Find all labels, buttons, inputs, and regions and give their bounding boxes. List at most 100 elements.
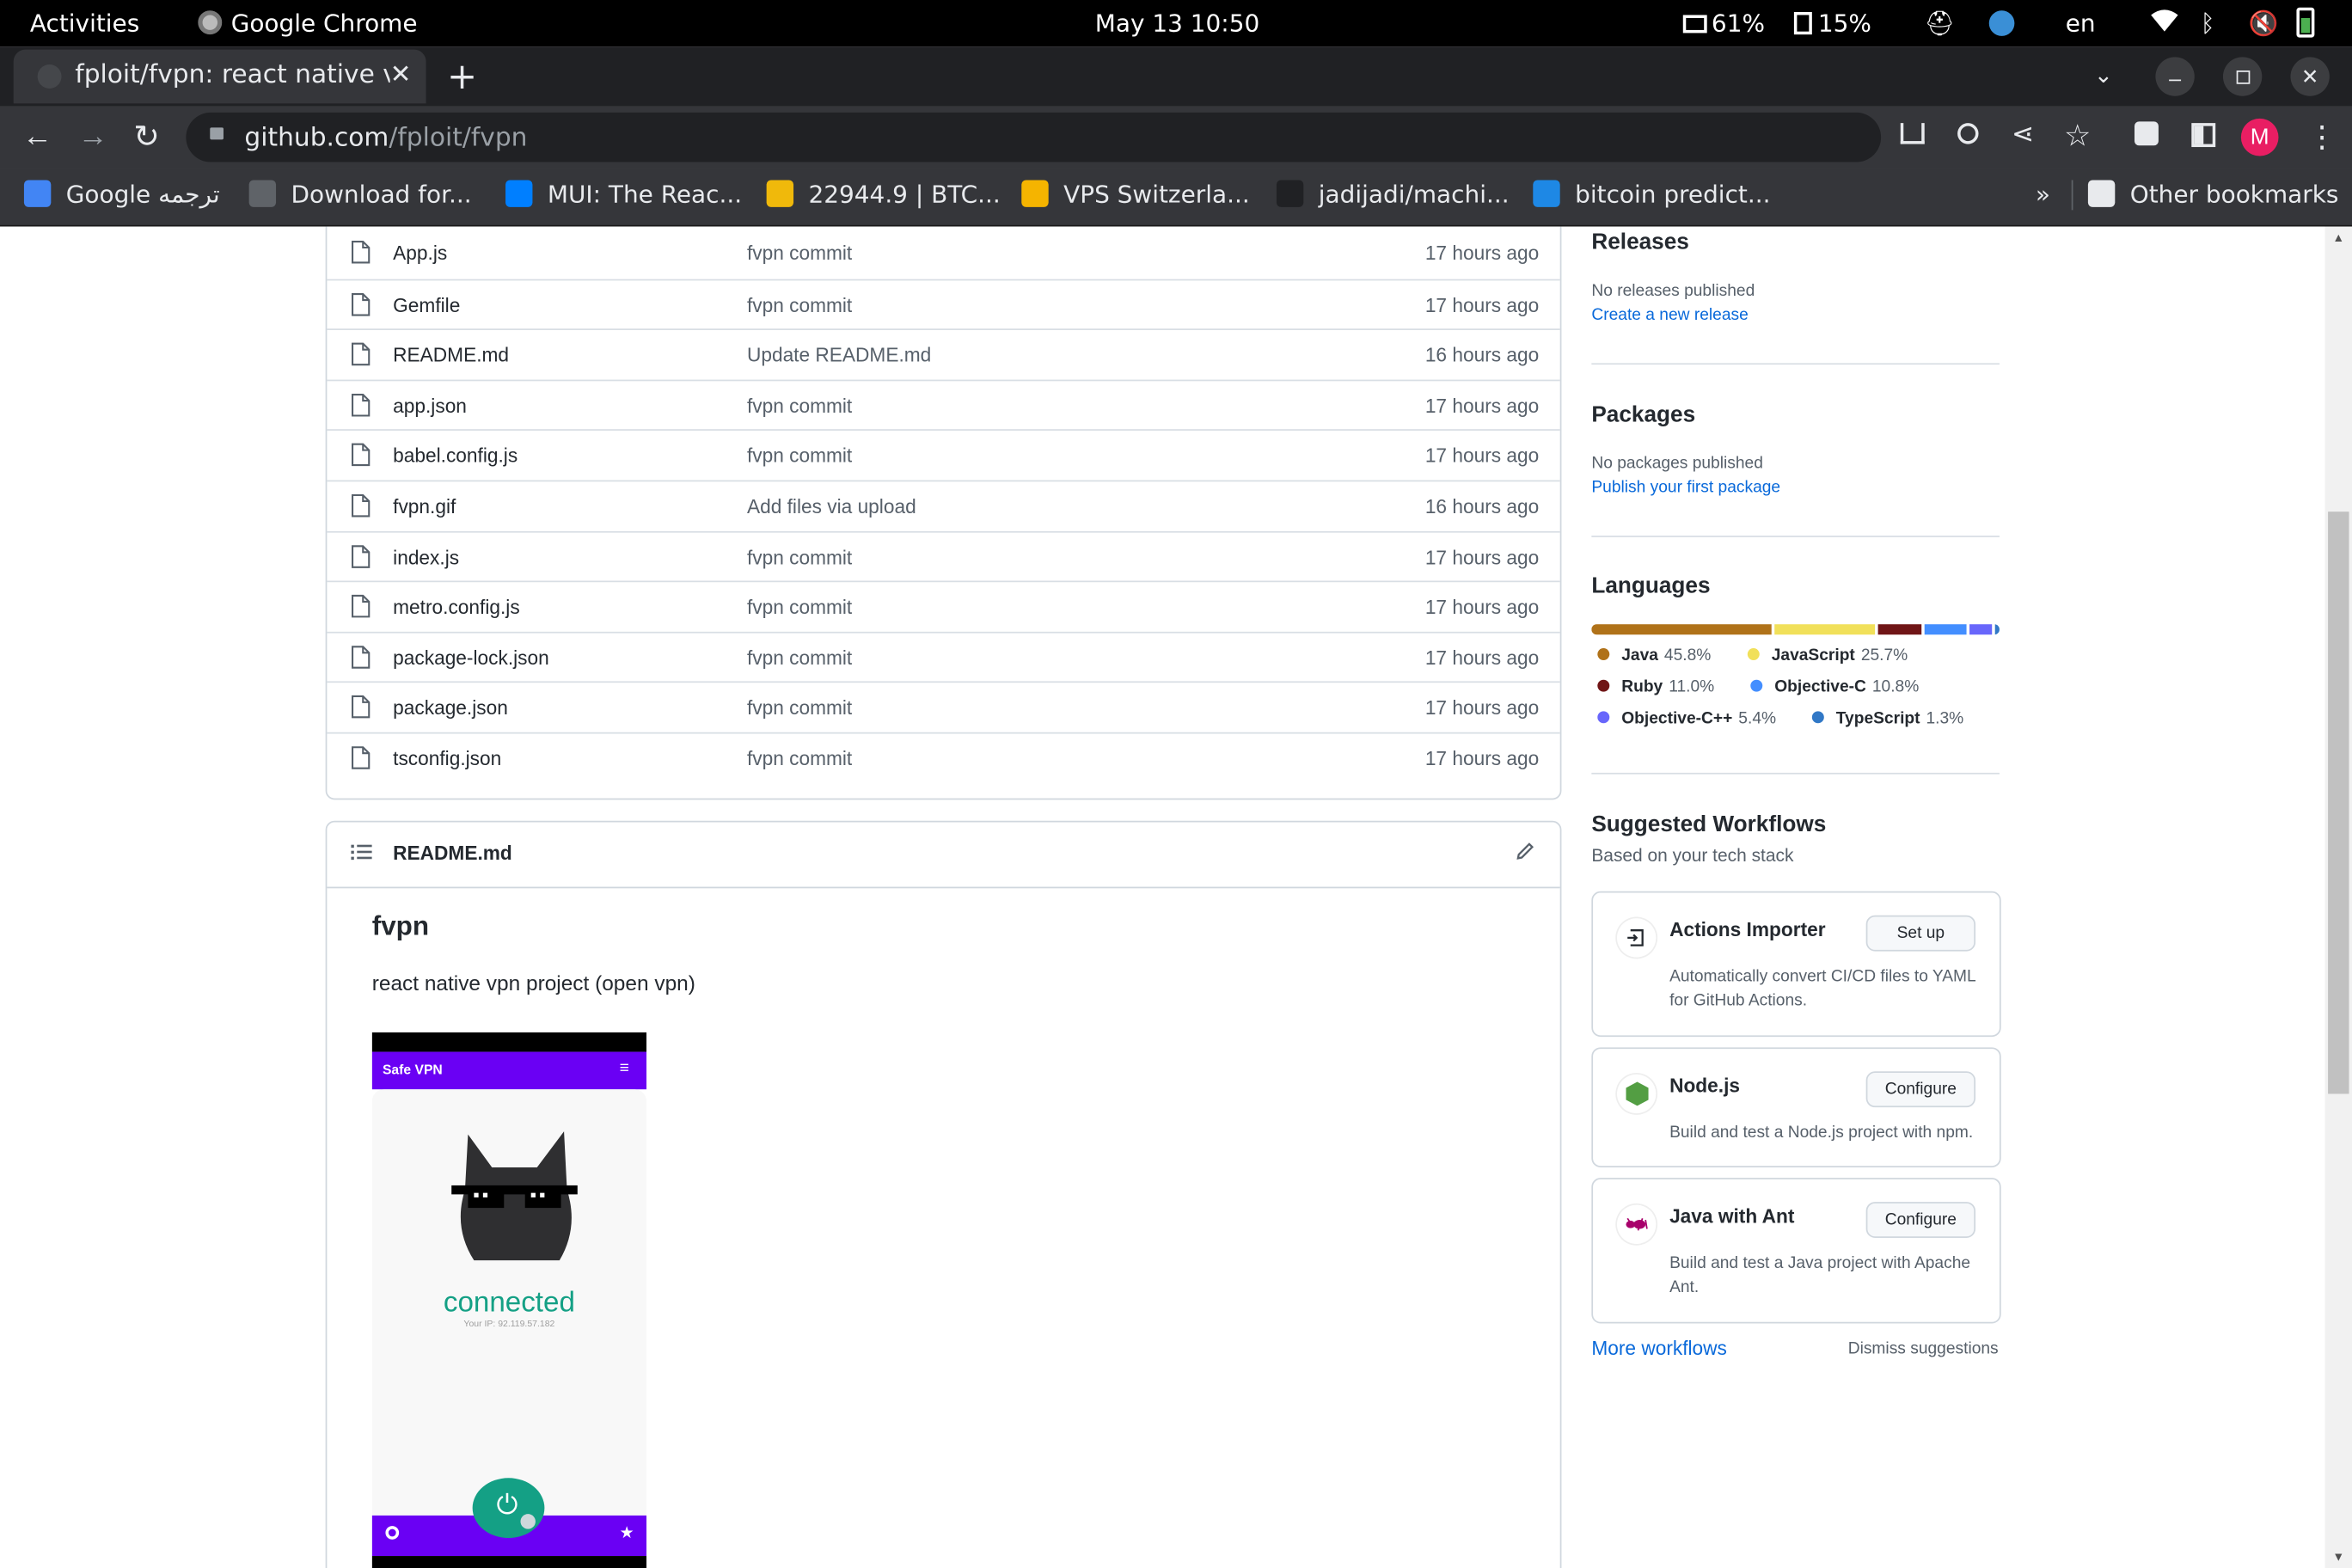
commit-message-link[interactable]: fvpn commit	[747, 646, 852, 669]
packages-heading[interactable]: Packages	[1591, 402, 1695, 428]
zoom-icon[interactable]	[1957, 123, 1979, 144]
file-icon	[351, 595, 371, 623]
file-icon	[351, 444, 371, 472]
releases-status: No releases published	[1591, 282, 1755, 301]
scrollbar-thumb[interactable]	[2328, 511, 2349, 1094]
share-icon[interactable]: ⋖	[2012, 119, 2034, 150]
configure-button[interactable]: Configure	[1865, 1071, 1976, 1108]
bookmark-item[interactable]: Download for...	[248, 180, 472, 209]
readme-preview-image[interactable]: Safe VPN ≡ connected Your IP: 92.119.57.…	[371, 1032, 647, 1568]
commit-message-link[interactable]: fvpn commit	[747, 293, 852, 315]
bookmark-item[interactable]: jadijadi/machi...	[1276, 180, 1510, 209]
commit-message-link[interactable]: fvpn commit	[747, 747, 852, 769]
chrome-menu-kebab-icon[interactable]: ⋮	[2307, 119, 2337, 156]
file-name-link[interactable]: package-lock.json	[393, 646, 549, 669]
language-item[interactable]: TypeScript 1.3%	[1811, 710, 1963, 728]
language-item[interactable]: JavaScript 25.7%	[1747, 646, 1908, 665]
commit-message-link[interactable]: fvpn commit	[747, 242, 852, 264]
more-workflows-link[interactable]: More workflows	[1591, 1337, 1727, 1359]
file-name-link[interactable]: package.json	[393, 697, 508, 720]
user-indicator-icon[interactable]: ⛑	[1925, 9, 1955, 37]
commit-message-link[interactable]: Update README.md	[747, 344, 931, 366]
file-name-link[interactable]: index.js	[393, 546, 459, 568]
tab-active[interactable]: fploit/fvpn: react native v ✕	[13, 49, 426, 104]
power-battery-icon[interactable]	[2296, 7, 2315, 38]
install-app-icon[interactable]	[1900, 123, 1925, 144]
file-name-link[interactable]: App.js	[393, 242, 447, 264]
file-row: package.json fvpn commit 17 hours ago	[327, 682, 1560, 732]
file-name-link[interactable]: README.md	[393, 344, 509, 366]
commit-message-link[interactable]: fvpn commit	[747, 697, 852, 720]
side-panel-icon[interactable]	[2191, 123, 2216, 148]
hamburger-menu-icon: ≡	[619, 1059, 629, 1078]
configure-button[interactable]: Configure	[1865, 1202, 1976, 1238]
readme-filename[interactable]: README.md	[393, 842, 512, 864]
file-name-link[interactable]: fvpn.gif	[393, 495, 456, 518]
volume-muted-icon[interactable]: 🔇	[2249, 9, 2279, 37]
language-item[interactable]: Objective-C++ 5.4%	[1597, 710, 1776, 728]
list-outline-icon[interactable]	[351, 842, 372, 861]
vpn-ip-text: Your IP: 92.119.57.182	[463, 1320, 555, 1330]
activities-button[interactable]: Activities	[30, 9, 139, 37]
bookmarks-overflow-chevron-icon[interactable]: »	[2036, 180, 2050, 208]
sidebar-divider	[1591, 536, 2000, 537]
commit-message-link[interactable]: fvpn commit	[747, 596, 852, 618]
wifi-icon[interactable]	[2149, 9, 2179, 39]
telegram-icon[interactable]	[1988, 10, 2015, 36]
commit-message-link[interactable]: fvpn commit	[747, 444, 852, 467]
profile-avatar[interactable]: M	[2240, 118, 2279, 156]
readme-box: README.md fvpn react native vpn project …	[325, 820, 1562, 1568]
commit-message-link[interactable]: fvpn commit	[747, 546, 852, 568]
dismiss-suggestions-link[interactable]: Dismiss suggestions	[1848, 1340, 1999, 1358]
language-item[interactable]: Java 45.8%	[1597, 646, 1711, 665]
commit-message-link[interactable]: Add files via upload	[747, 495, 916, 518]
restore-icon	[2236, 70, 2251, 84]
active-app-menu[interactable]: Google Chrome	[198, 9, 418, 38]
bookmark-item[interactable]: bitcoin predict...	[1533, 180, 1771, 209]
battery-indicator-1[interactable]: 61%	[1682, 9, 1765, 38]
bookmark-item[interactable]: Google ترجمه	[23, 180, 220, 209]
scroll-up-arrow-icon[interactable]: ▲	[2332, 231, 2344, 245]
publish-package-link[interactable]: Publish your first package	[1591, 479, 1780, 497]
new-tab-plus-icon[interactable]: +	[447, 56, 477, 98]
language-item[interactable]: Ruby 11.0%	[1597, 678, 1714, 696]
bookmarks-list: Google ترجمه Download for... MUI: The Reac…	[0, 168, 2352, 224]
extensions-puzzle-icon[interactable]	[2134, 121, 2159, 146]
scroll-down-arrow-icon[interactable]: ▼	[2332, 1550, 2344, 1564]
file-name-link[interactable]: babel.config.js	[393, 444, 518, 467]
file-name-link[interactable]: app.json	[393, 395, 467, 417]
bookmark-item[interactable]: VPS Switzerla...	[1021, 180, 1250, 209]
window-close-button[interactable]: ✕	[2290, 57, 2330, 96]
keyboard-layout[interactable]: en	[2066, 9, 2096, 37]
reload-icon[interactable]: ↻	[133, 119, 160, 156]
clock[interactable]: May 13 10:50	[1095, 9, 1259, 37]
back-arrow-icon[interactable]: ←	[22, 120, 52, 155]
window-minimize-button[interactable]	[2155, 57, 2195, 96]
battery-indicator-2[interactable]: 15%	[1793, 9, 1871, 38]
language-percent: 5.4%	[1738, 709, 1777, 728]
file-name-link[interactable]: Gemfile	[393, 293, 460, 315]
commit-message-link[interactable]: fvpn commit	[747, 395, 852, 417]
file-name-link[interactable]: tsconfig.json	[393, 747, 501, 769]
bookmark-item[interactable]: MUI: The Reac...	[505, 180, 742, 209]
other-bookmarks-folder[interactable]: Other bookmarks	[2087, 180, 2338, 209]
bookmark-item[interactable]: 22944.9 | BTC...	[766, 180, 1001, 209]
pencil-edit-icon[interactable]	[1515, 840, 1535, 868]
battery-1-label: 61%	[1711, 9, 1765, 38]
releases-heading[interactable]: Releases	[1591, 230, 1689, 255]
setup-button[interactable]: Set up	[1865, 915, 1976, 952]
bookmark-favicon-icon	[766, 180, 794, 207]
window-restore-button[interactable]	[2222, 57, 2263, 96]
page-scrollbar[interactable]: ▲ ▼	[2324, 226, 2352, 1568]
language-item[interactable]: Objective-C 10.8%	[1750, 678, 1919, 696]
forward-arrow-icon[interactable]: →	[78, 120, 108, 155]
file-name-link[interactable]: metro.config.js	[393, 596, 520, 618]
tab-close-icon[interactable]: ✕	[390, 60, 412, 90]
address-bar[interactable]: github.com/fploit/fvpn	[186, 112, 1882, 162]
bluetooth-icon[interactable]: ᛒ	[2201, 9, 2215, 37]
workflow-card: Java with Ant Configure Build and test a…	[1591, 1178, 2001, 1324]
bookmark-label: bitcoin predict...	[1575, 180, 1771, 209]
bookmark-star-icon[interactable]: ☆	[2064, 117, 2091, 155]
create-release-link[interactable]: Create a new release	[1591, 306, 1748, 324]
tab-search-chevron-down-icon[interactable]: ⌄	[2094, 62, 2113, 89]
